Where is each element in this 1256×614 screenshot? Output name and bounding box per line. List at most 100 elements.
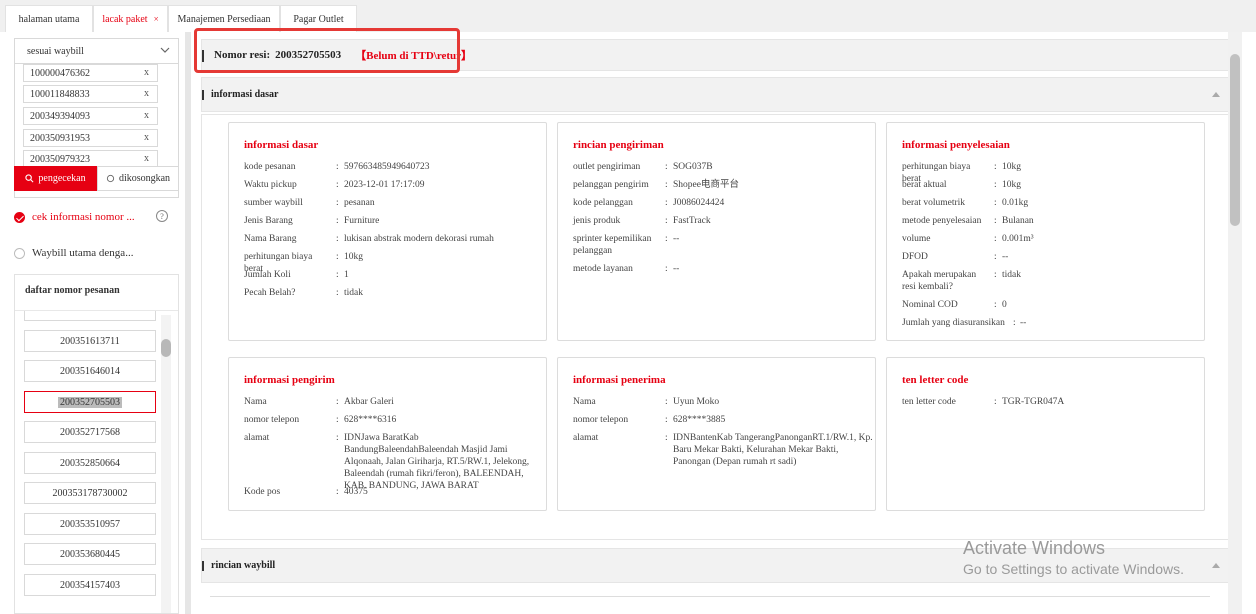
tab-halaman-utama[interactable]: halaman utama <box>5 5 93 32</box>
separator: : <box>336 270 339 280</box>
search-icon <box>25 174 34 183</box>
waybill-number: 100011848833 <box>30 88 90 100</box>
scrollbar-track[interactable] <box>161 315 171 613</box>
remove-icon[interactable]: x <box>144 153 149 164</box>
info-key: pelanggan pengirim <box>573 180 649 190</box>
separator: : <box>336 433 339 443</box>
separator: : <box>336 415 339 425</box>
info-key: Apakah merupakan resi kembali? <box>902 270 977 292</box>
card-title: informasi penyelesaian <box>902 139 1010 151</box>
card-title: informasi pengirim <box>244 374 335 386</box>
info-key: berat volumetrik <box>902 198 966 208</box>
option-label: Waybill utama denga... <box>32 247 134 259</box>
card-settlement-info: informasi penyelesaian perhitungan biaya… <box>886 122 1205 341</box>
card-title: informasi penerima <box>573 374 666 386</box>
list-item[interactable]: 200353510957 <box>24 513 156 535</box>
tab-lacak-paket[interactable]: lacak paket × <box>93 5 168 32</box>
separator: : <box>336 216 339 226</box>
info-value: 40375 <box>344 487 368 497</box>
info-key: Jenis Barang <box>244 216 293 226</box>
separator: : <box>665 433 668 443</box>
remove-icon[interactable]: x <box>144 132 149 143</box>
separator: : <box>665 397 668 407</box>
card-shipping-detail: rincian pengiriman outlet pengiriman: SOG… <box>557 122 876 341</box>
order-number: 200351646014 <box>60 365 120 377</box>
list-item[interactable]: 200352850664 <box>24 452 156 474</box>
info-value: 597663485949640723 <box>344 162 430 172</box>
radio-checked-icon[interactable] <box>14 211 25 223</box>
option-check-info[interactable]: cek informasi nomor ... <box>14 208 135 226</box>
info-key: kode pelanggan <box>573 198 633 208</box>
chevron-down-icon <box>160 47 170 53</box>
info-value: 2023-12-01 17:17:09 <box>344 180 425 190</box>
help-icon[interactable]: ? <box>156 210 168 222</box>
info-value: TGR-TGR047A <box>1002 397 1065 407</box>
activate-subtitle: Go to Settings to activate Windows. <box>963 561 1184 577</box>
info-key: Nama Barang <box>244 234 297 244</box>
info-value: Akbar Galeri <box>344 397 394 407</box>
order-number: 200353510957 <box>60 518 120 530</box>
info-value: IDNJawa BaratKab BandungBaleendahBaleend… <box>344 433 530 491</box>
info-key: kode pesanan <box>244 162 296 172</box>
option-main-waybill[interactable]: Waybill utama denga... <box>14 244 133 262</box>
separator: : <box>994 198 997 208</box>
list-item[interactable]: 200351646014 <box>24 360 156 382</box>
list-item-partial[interactable] <box>24 311 156 321</box>
waybill-tag: 100011848833 x <box>23 85 158 103</box>
separator: : <box>336 288 339 298</box>
info-key: Jumlah Koli <box>244 270 291 280</box>
remove-icon[interactable]: x <box>144 67 149 78</box>
order-list-panel: daftar nomor pesanan 200351613711 200351… <box>14 274 179 614</box>
info-value: tidak <box>344 288 363 298</box>
list-item-selected[interactable]: 200352705503 <box>24 391 156 413</box>
card-basic-info: informasi dasar kode pesanan:59766348594… <box>228 122 547 341</box>
section-title: rincian waybill <box>211 560 276 571</box>
info-key: sumber waybill <box>244 198 303 208</box>
query-type-select[interactable]: sesuai waybill <box>14 38 179 64</box>
info-value: tidak <box>1002 270 1021 280</box>
info-key: Jumlah yang diasuransikan <box>902 318 1005 328</box>
clear-button-label: dikosongkan <box>118 173 171 184</box>
select-value: sesuai waybill <box>27 45 84 57</box>
card-title: informasi dasar <box>244 139 319 151</box>
remove-icon[interactable]: x <box>144 110 149 121</box>
order-number: 200352850664 <box>60 457 120 469</box>
info-key: alamat <box>573 433 599 443</box>
tab-label: Pagar Outlet <box>293 13 344 25</box>
waybill-number: 100000476362 <box>30 67 90 79</box>
info-key: nomor telepon <box>573 415 629 425</box>
separator: : <box>336 180 339 190</box>
separator: : <box>994 270 997 280</box>
radio-icon[interactable] <box>14 247 25 259</box>
separator: : <box>336 397 339 407</box>
card-sender-info: informasi pengirim Nama: Akbar Galeri nom… <box>228 357 547 511</box>
section-body-basic: informasi dasar kode pesanan:59766348594… <box>201 114 1231 540</box>
list-item[interactable]: 200354157403 <box>24 574 156 596</box>
check-button[interactable]: pengecekan <box>14 166 97 191</box>
info-key: metode penyelesaian <box>902 216 982 226</box>
waybill-number: 200349394093 <box>30 110 90 122</box>
chevron-up-icon[interactable] <box>1212 91 1220 97</box>
divider <box>210 596 1210 597</box>
order-number: 200353178730002 <box>52 487 128 499</box>
list-item[interactable]: 200353680445 <box>24 543 156 565</box>
list-item[interactable]: 200351613711 <box>24 330 156 352</box>
list-item[interactable]: 200353178730002 <box>24 482 156 504</box>
tab-label: halaman utama <box>18 13 80 25</box>
scrollbar-thumb[interactable] <box>1230 54 1240 226</box>
info-key: metode layanan <box>573 264 633 274</box>
chevron-up-icon[interactable] <box>1212 562 1220 568</box>
section-header-basic[interactable]: informasi dasar <box>201 77 1231 112</box>
waybill-tag: 200350931953 x <box>23 129 158 147</box>
clear-button[interactable]: dikosongkan <box>97 166 179 191</box>
section-title: informasi dasar <box>211 89 279 100</box>
close-icon[interactable]: × <box>154 14 159 24</box>
info-key: alamat <box>244 433 270 443</box>
info-value: 10kg <box>344 252 363 262</box>
scrollbar-thumb[interactable] <box>161 339 171 357</box>
list-item[interactable]: 200352717568 <box>24 421 156 443</box>
info-value: 0.001m³ <box>1002 234 1034 244</box>
info-key: Kode pos <box>244 487 281 497</box>
remove-icon[interactable]: x <box>144 88 149 99</box>
order-number: 200353680445 <box>60 548 120 560</box>
